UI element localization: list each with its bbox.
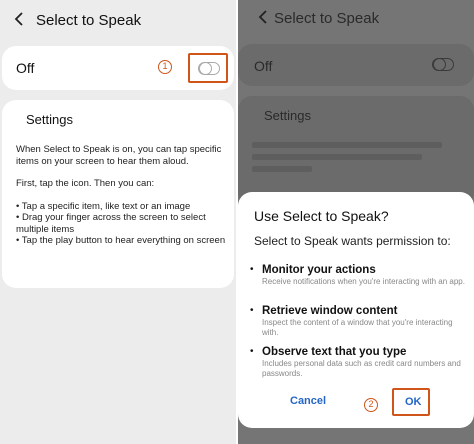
page-title: Select to Speak <box>274 10 380 27</box>
dim-text-placeholder <box>252 154 422 160</box>
app-bar: Select to Speak <box>238 0 474 40</box>
dialog-title: Use Select to Speak? <box>254 208 389 224</box>
master-toggle-switch[interactable] <box>198 61 220 75</box>
permission-description: Receive notifications when you're intera… <box>262 277 465 286</box>
settings-bullet: • Drag your finger across the screen to … <box>16 212 206 235</box>
dim-text-placeholder <box>252 142 442 148</box>
toggle-highlight-box <box>188 53 228 83</box>
bullet-icon: • <box>250 346 254 357</box>
settings-paragraph: When Select to Speak is on, you can tap … <box>16 144 222 167</box>
permission-title: Retrieve window content <box>262 305 398 317</box>
ok-highlight-box: OK <box>392 388 430 416</box>
app-bar: Select to Speak <box>0 0 236 40</box>
settings-card: Settings <box>238 96 474 206</box>
page-title: Select to Speak <box>36 12 142 29</box>
dim-text-placeholder <box>252 166 312 172</box>
bullet-icon: • <box>250 264 254 275</box>
permission-title: Monitor your actions <box>262 264 376 276</box>
toggle-knob <box>199 61 212 75</box>
settings-card: Settings When Select to Speak is on, you… <box>2 100 234 288</box>
settings-heading: Settings <box>264 108 311 123</box>
toggle-state-label: Off <box>254 58 273 74</box>
permission-description: Includes personal data such as credit ca… <box>262 359 461 378</box>
step-marker-1: 1 <box>158 60 172 74</box>
left-screen: Select to Speak Off 1 Settings When Sele… <box>0 0 236 444</box>
ok-button[interactable]: OK <box>405 396 422 408</box>
master-toggle-row: Off <box>238 44 474 86</box>
permission-title: Observe text that you type <box>262 346 407 358</box>
permission-item: • Monitor your actions Receive notificat… <box>250 264 467 287</box>
dialog-subtitle: Select to Speak wants permission to: <box>254 234 451 248</box>
step-marker-2: 2 <box>364 398 378 412</box>
settings-intro: First, tap the icon. Then you can: <box>16 178 155 189</box>
settings-description: When Select to Speak is on, you can tap … <box>16 144 232 247</box>
permission-item: • Retrieve window content Inspect the co… <box>250 305 467 338</box>
toggle-state-label: Off <box>16 60 35 76</box>
back-arrow-icon[interactable] <box>12 10 26 28</box>
bullet-icon: • <box>250 305 254 316</box>
master-toggle-switch <box>432 57 454 71</box>
permission-item: • Observe text that you type Includes pe… <box>250 346 467 379</box>
toggle-knob <box>433 57 446 71</box>
permission-description: Inspect the content of a window that you… <box>262 318 453 337</box>
back-arrow-icon <box>258 10 267 24</box>
master-toggle-row[interactable]: Off <box>2 46 234 90</box>
settings-bullet: • Tap a specific item, like text or an i… <box>16 200 191 212</box>
permission-dialog: Use Select to Speak? Select to Speak wan… <box>238 192 474 428</box>
settings-heading: Settings <box>26 112 73 127</box>
cancel-button[interactable]: Cancel <box>290 395 326 407</box>
settings-bullet: • Tap the play button to hear everything… <box>16 235 226 246</box>
